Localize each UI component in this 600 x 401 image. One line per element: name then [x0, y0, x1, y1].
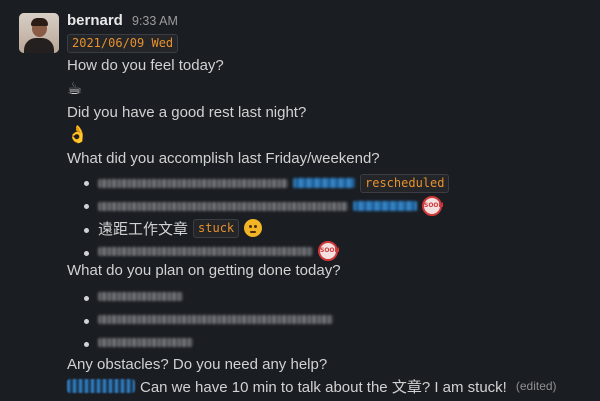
list-item-plan-2	[98, 309, 333, 329]
redacted-link[interactable]	[293, 178, 355, 188]
item-text: 遠距工作文章	[98, 220, 189, 238]
redacted-text	[98, 178, 288, 188]
list-item-plan-3	[98, 332, 193, 352]
redacted-text	[98, 337, 193, 347]
question-feel: How do you feel today?	[67, 57, 224, 74]
message-timestamp[interactable]: 9:33 AM	[132, 14, 178, 28]
bullet-dot	[84, 228, 89, 233]
final-message-text: Can we have 10 min to talk about the 文章?…	[140, 378, 507, 396]
redacted-text	[98, 246, 313, 256]
coffee-icon: ☕	[67, 79, 83, 98]
angry-face-icon	[244, 219, 263, 237]
list-item-accomplish-2: SOON	[98, 196, 444, 216]
redacted-text	[98, 291, 183, 301]
list-item-accomplish-1: rescheduled	[98, 173, 450, 193]
tag-rescheduled: rescheduled	[360, 173, 450, 193]
bullet-dot	[84, 342, 89, 347]
redacted-text	[98, 314, 333, 324]
edited-label: (edited)	[515, 379, 557, 393]
bullet-dot	[84, 296, 89, 301]
question-accomplish: What did you accomplish last Friday/week…	[67, 150, 380, 167]
question-plan: What do you plan on getting done today?	[67, 262, 341, 279]
final-line: Can we have 10 min to talk about the 文章?…	[67, 376, 557, 396]
bullet-dot	[84, 204, 89, 209]
list-item-accomplish-3: 遠距工作文章 stuck	[98, 218, 263, 238]
list-item-accomplish-4: SOON	[98, 241, 340, 261]
bullet-dot	[84, 251, 89, 256]
bullet-dot	[84, 319, 89, 324]
user-mention[interactable]	[67, 379, 135, 393]
question-rest: Did you have a good rest last night?	[67, 104, 307, 121]
tag-stuck: stuck	[193, 218, 240, 238]
date-code: 2021/06/09 Wed	[67, 34, 179, 53]
redacted-text	[98, 201, 348, 211]
author-name[interactable]: bernard	[67, 12, 123, 29]
bullet-dot	[84, 181, 89, 186]
list-item-plan-1	[98, 286, 183, 306]
ok-hand-icon: 👌	[67, 125, 89, 144]
chat-message: bernard 9:33 AM 2021/06/09 Wed How do yo…	[0, 0, 600, 401]
redacted-link[interactable]	[353, 201, 417, 211]
question-obstacles: Any obstacles? Do you need any help?	[67, 356, 328, 373]
soon-icon: SOON	[318, 241, 340, 261]
avatar[interactable]	[19, 13, 59, 53]
soon-icon: SOON	[422, 196, 444, 216]
